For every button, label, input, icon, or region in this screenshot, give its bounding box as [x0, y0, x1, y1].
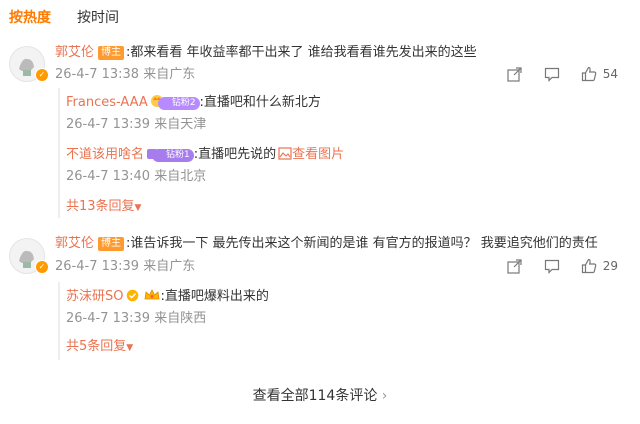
more-replies-label: 共5条回复	[66, 339, 127, 354]
like-icon[interactable]	[581, 258, 597, 274]
reply-location: 来自陕西	[154, 311, 207, 326]
tab-by-time[interactable]: 按时间	[77, 8, 119, 30]
vip-badge: 钻粉1	[152, 149, 194, 162]
view-all-label: 查看全部114条评论	[252, 388, 378, 404]
comment-icon[interactable]	[544, 258, 560, 274]
verified-icon: ✓	[35, 68, 49, 82]
reply-username[interactable]: 不道该用啥名	[66, 147, 144, 162]
reply-text: :直播吧先说的	[193, 147, 277, 162]
reply-text: :直播吧爆料出来的	[160, 289, 269, 304]
crown-icon	[143, 288, 161, 308]
reply-meta: 26-4-7 13:39 来自陕西	[66, 310, 206, 328]
comment-username[interactable]: 郭艾伦	[55, 236, 94, 251]
comment-text: :都来看看 年收益率都干出来了 谁给我看看谁先发出来的这些	[126, 45, 477, 60]
comment-username[interactable]: 郭艾伦	[55, 45, 94, 60]
verified-icon	[126, 289, 139, 308]
view-all-comments: 查看全部114条评论 ›	[0, 386, 640, 406]
reply-location: 来自天津	[154, 117, 207, 132]
reply-list: Frances-AAA 钻粉2:直播吧和什么新北方 26-4-7 13:39 来自…	[58, 88, 630, 218]
reply-username[interactable]: 苏沫研SO	[66, 289, 124, 304]
sort-tabs: 按热度 按时间	[9, 8, 119, 30]
reply-time: 26-4-7 13:40	[66, 169, 151, 184]
comment-meta: 26-4-7 13:39 来自广东	[55, 258, 195, 276]
reply-list: 苏沫研SO :直播吧爆料出来的 26-4-7 13:39 来自陕西 共5条回复▼	[58, 282, 630, 360]
reply-1: Frances-AAA 钻粉2:直播吧和什么新北方	[66, 94, 321, 114]
like-count: 29	[602, 259, 618, 273]
comment-time: 26-4-7 13:39	[55, 259, 140, 274]
comment-actions: 54	[486, 66, 618, 82]
reply-time: 26-4-7 13:39	[66, 117, 151, 132]
share-icon[interactable]	[507, 258, 523, 274]
reply-time: 26-4-7 13:39	[66, 311, 151, 326]
comment-meta: 26-4-7 13:38 来自广东	[55, 66, 195, 84]
vip-badge: 钻粉2	[157, 97, 200, 110]
caret-down-icon: ▼	[126, 343, 134, 353]
chevron-right-icon: ›	[381, 388, 388, 404]
tab-by-hot[interactable]: 按热度	[9, 8, 51, 30]
comment-icon[interactable]	[544, 66, 560, 82]
verified-icon: ✓	[35, 260, 49, 274]
reply-meta: 26-4-7 13:40 来自北京	[66, 168, 206, 186]
comment-location: 来自广东	[143, 259, 196, 274]
reply-username[interactable]: Frances-AAA	[66, 95, 148, 110]
comment-location: 来自广东	[143, 67, 196, 82]
more-replies-label: 共13条回复	[66, 199, 135, 214]
more-replies-link[interactable]: 共13条回复▼	[66, 198, 141, 217]
caret-down-icon: ▼	[134, 203, 142, 213]
author-badge: 博主	[98, 46, 125, 60]
more-replies-link[interactable]: 共5条回复▼	[66, 338, 133, 357]
comment-text: :谁告诉我一下 最先传出来这个新闻的是谁 有官方的报道吗？ 我要追究他们的责任	[126, 236, 598, 251]
reply-1: 苏沫研SO :直播吧爆料出来的	[66, 288, 269, 308]
view-all-comments-link[interactable]: 查看全部114条评论 ›	[253, 388, 388, 404]
view-image-link[interactable]: 查看图片	[292, 147, 344, 162]
image-icon	[278, 147, 292, 166]
reply-location: 来自北京	[154, 169, 207, 184]
reply-2: 不道该用啥名 钻粉1:直播吧先说的 查看图片	[66, 146, 344, 166]
author-badge: 博主	[98, 237, 125, 251]
reply-text: :直播吧和什么新北方	[199, 95, 321, 110]
share-icon[interactable]	[507, 66, 523, 82]
comment-actions: 29	[486, 258, 618, 274]
reply-meta: 26-4-7 13:39 来自天津	[66, 116, 206, 134]
comment-time: 26-4-7 13:38	[55, 67, 140, 82]
like-icon[interactable]	[581, 66, 597, 82]
like-count: 54	[602, 67, 618, 81]
